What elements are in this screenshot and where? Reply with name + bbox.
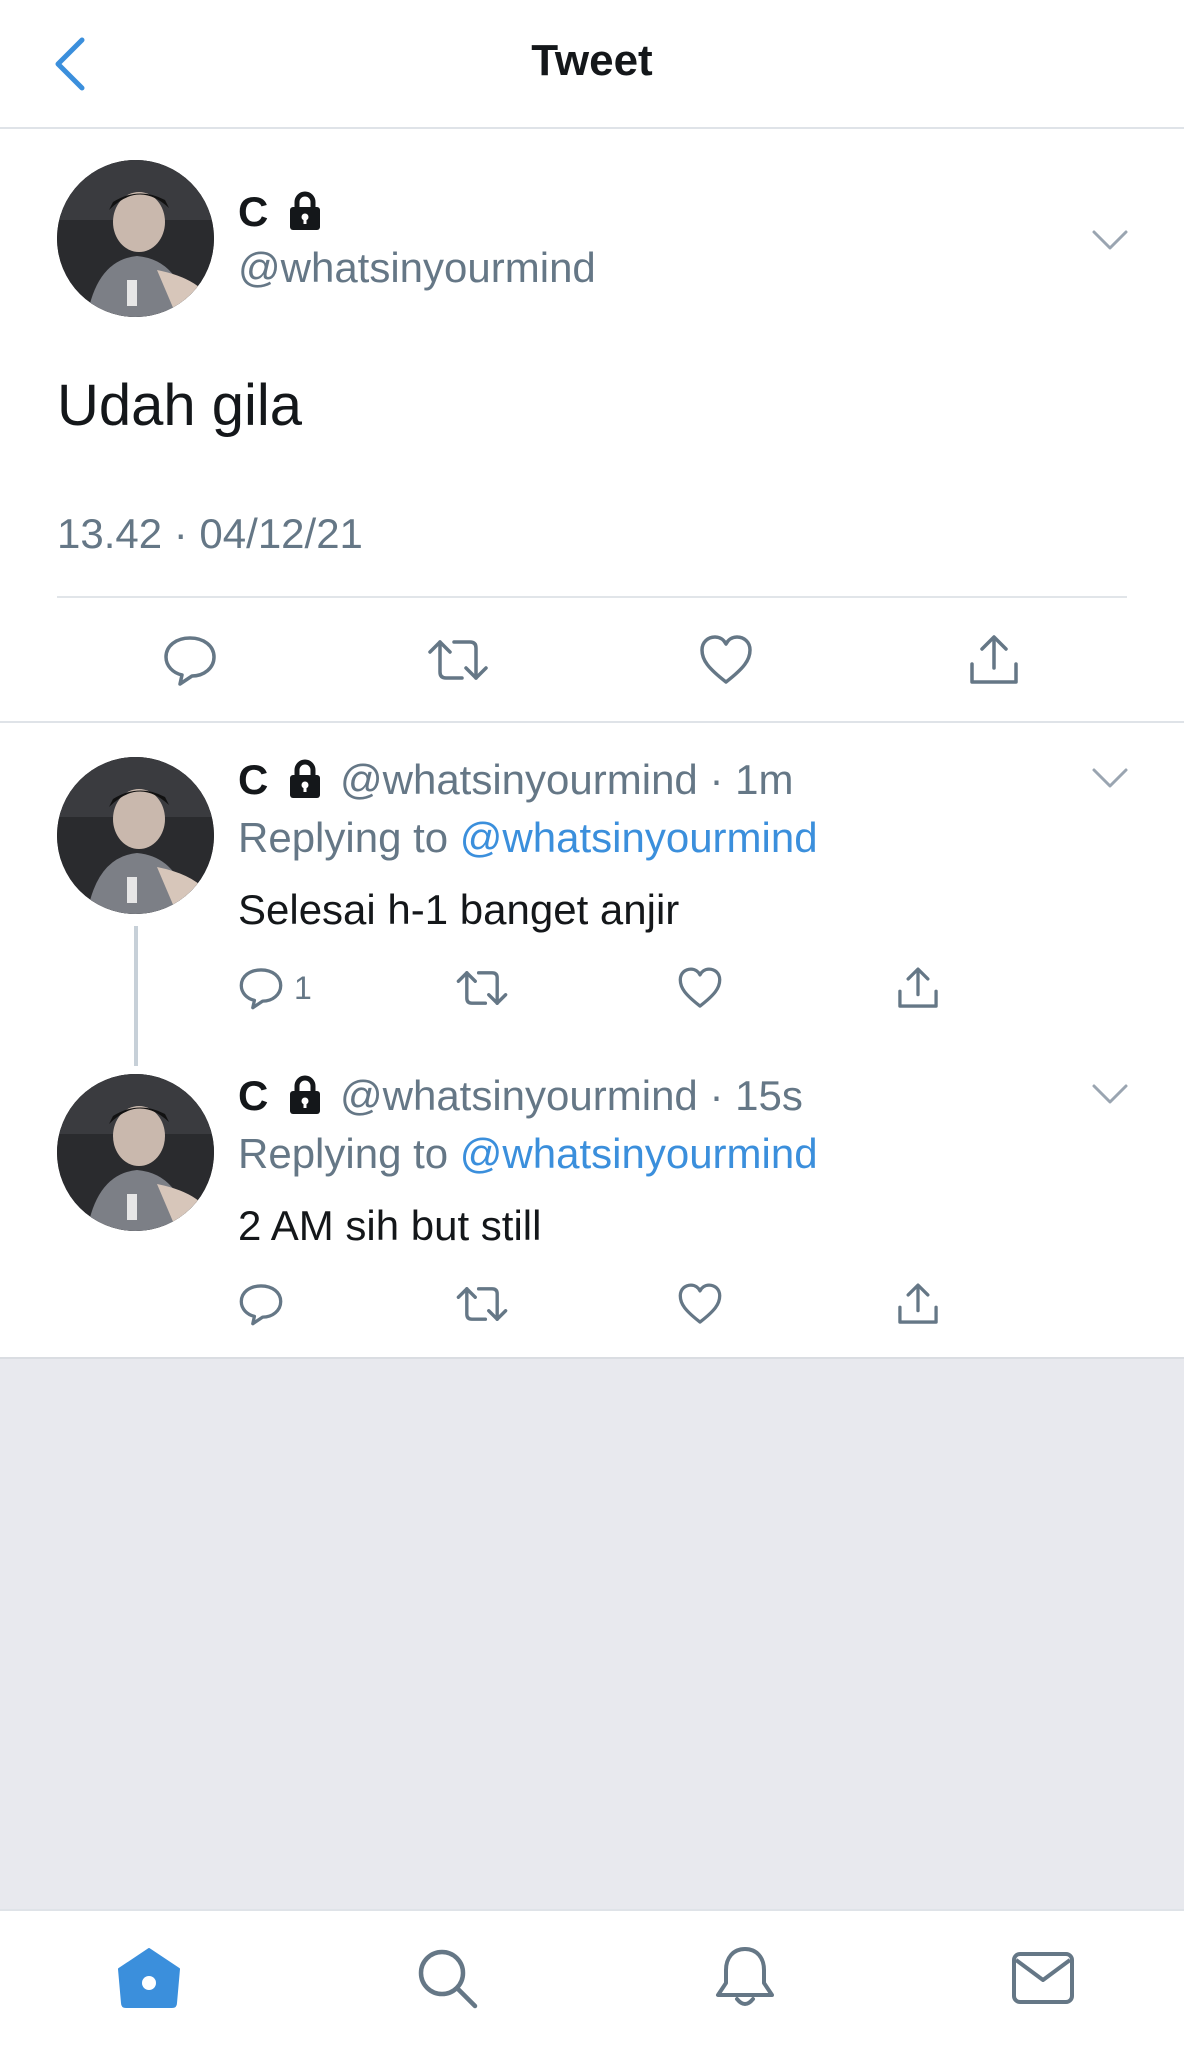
avatar[interactable]	[57, 1074, 214, 1231]
tab-search[interactable]	[392, 1923, 502, 2033]
heart-icon	[678, 967, 722, 1008]
tweet-timestamp[interactable]: 13.42 · 04/12/21	[57, 510, 363, 558]
author-handle[interactable]: @whatsinyourmind	[340, 756, 698, 803]
reply-button[interactable]	[150, 622, 230, 698]
avatar[interactable]	[57, 757, 214, 914]
retweet-icon	[428, 640, 488, 680]
tab-notifications[interactable]	[690, 1923, 800, 2033]
share-button[interactable]	[954, 622, 1034, 698]
chevron-down-icon[interactable]	[1090, 764, 1130, 792]
like-button[interactable]	[686, 622, 766, 698]
like-button[interactable]	[670, 958, 730, 1018]
retweet-icon	[456, 971, 508, 1005]
reply-icon	[164, 636, 216, 686]
author-name[interactable]: C	[238, 1072, 268, 1119]
reply-text: Selesai h-1 banget anjir	[238, 886, 680, 933]
replying-to-link[interactable]: @whatsinyourmind	[460, 1130, 818, 1177]
avatar-photo	[57, 160, 214, 317]
author-handle[interactable]: @whatsinyourmind	[340, 1072, 698, 1119]
lock-icon	[290, 1075, 320, 1114]
lock-icon	[290, 759, 320, 798]
notifications-icon	[716, 1947, 774, 2006]
reply-icon	[239, 968, 283, 1010]
reply-count: 1	[294, 969, 312, 1006]
replying-to-line: Replying to @whatsinyourmind	[238, 814, 818, 862]
divider	[0, 721, 1184, 723]
avatar-photo	[57, 757, 214, 914]
share-button[interactable]	[888, 958, 948, 1018]
like-button[interactable]	[670, 1274, 730, 1334]
reply-meta: @whatsinyourmind · 15s	[340, 1072, 803, 1119]
chevron-down-icon[interactable]	[1090, 1080, 1130, 1108]
retweet-button[interactable]	[418, 622, 498, 698]
heart-icon	[678, 1283, 722, 1324]
home-icon	[118, 1948, 180, 2008]
reply-header: C	[238, 1072, 268, 1120]
reply-button[interactable]: 1	[238, 958, 348, 1018]
replying-to-label: Replying to	[238, 814, 449, 861]
reply-button[interactable]	[238, 1274, 348, 1334]
share-icon	[898, 1283, 938, 1324]
avatar[interactable]	[57, 160, 214, 317]
author-name[interactable]: C	[238, 188, 268, 236]
thread-connector-line	[134, 926, 138, 1066]
share-icon	[970, 635, 1018, 684]
heart-icon	[700, 635, 752, 684]
divider	[57, 596, 1127, 598]
author-name[interactable]: C	[238, 756, 268, 803]
chevron-down-icon[interactable]	[1090, 226, 1130, 254]
tab-messages[interactable]	[988, 1923, 1098, 2033]
author-handle[interactable]: @whatsinyourmind	[238, 244, 596, 292]
avatar-photo	[57, 1074, 214, 1231]
top-navigation-bar: Tweet	[0, 0, 1184, 129]
retweet-icon	[456, 1287, 508, 1321]
messages-icon	[1012, 1952, 1074, 2004]
replying-to-label: Replying to	[238, 1130, 449, 1177]
bottom-tab-bar	[0, 1909, 1184, 2050]
share-icon	[898, 967, 938, 1008]
tab-home[interactable]	[94, 1923, 204, 2033]
reply-meta: @whatsinyourmind · 1m	[340, 756, 794, 803]
share-button[interactable]	[888, 1274, 948, 1334]
reply-icon	[239, 1284, 283, 1326]
reply-time[interactable]: 15s	[735, 1072, 803, 1119]
reply-text: 2 AM sih but still	[238, 1202, 542, 1249]
page-title: Tweet	[531, 36, 653, 85]
retweet-button[interactable]	[452, 958, 512, 1018]
empty-background-area	[0, 1357, 1184, 1911]
reply-header: C	[238, 756, 268, 804]
tweet-text: Udah gila	[57, 373, 303, 438]
search-icon	[418, 1949, 478, 2009]
replying-to-line: Replying to @whatsinyourmind	[238, 1130, 818, 1178]
replying-to-link[interactable]: @whatsinyourmind	[460, 814, 818, 861]
retweet-button[interactable]	[452, 1274, 512, 1334]
lock-icon	[290, 191, 320, 230]
reply-time[interactable]: 1m	[735, 756, 793, 803]
